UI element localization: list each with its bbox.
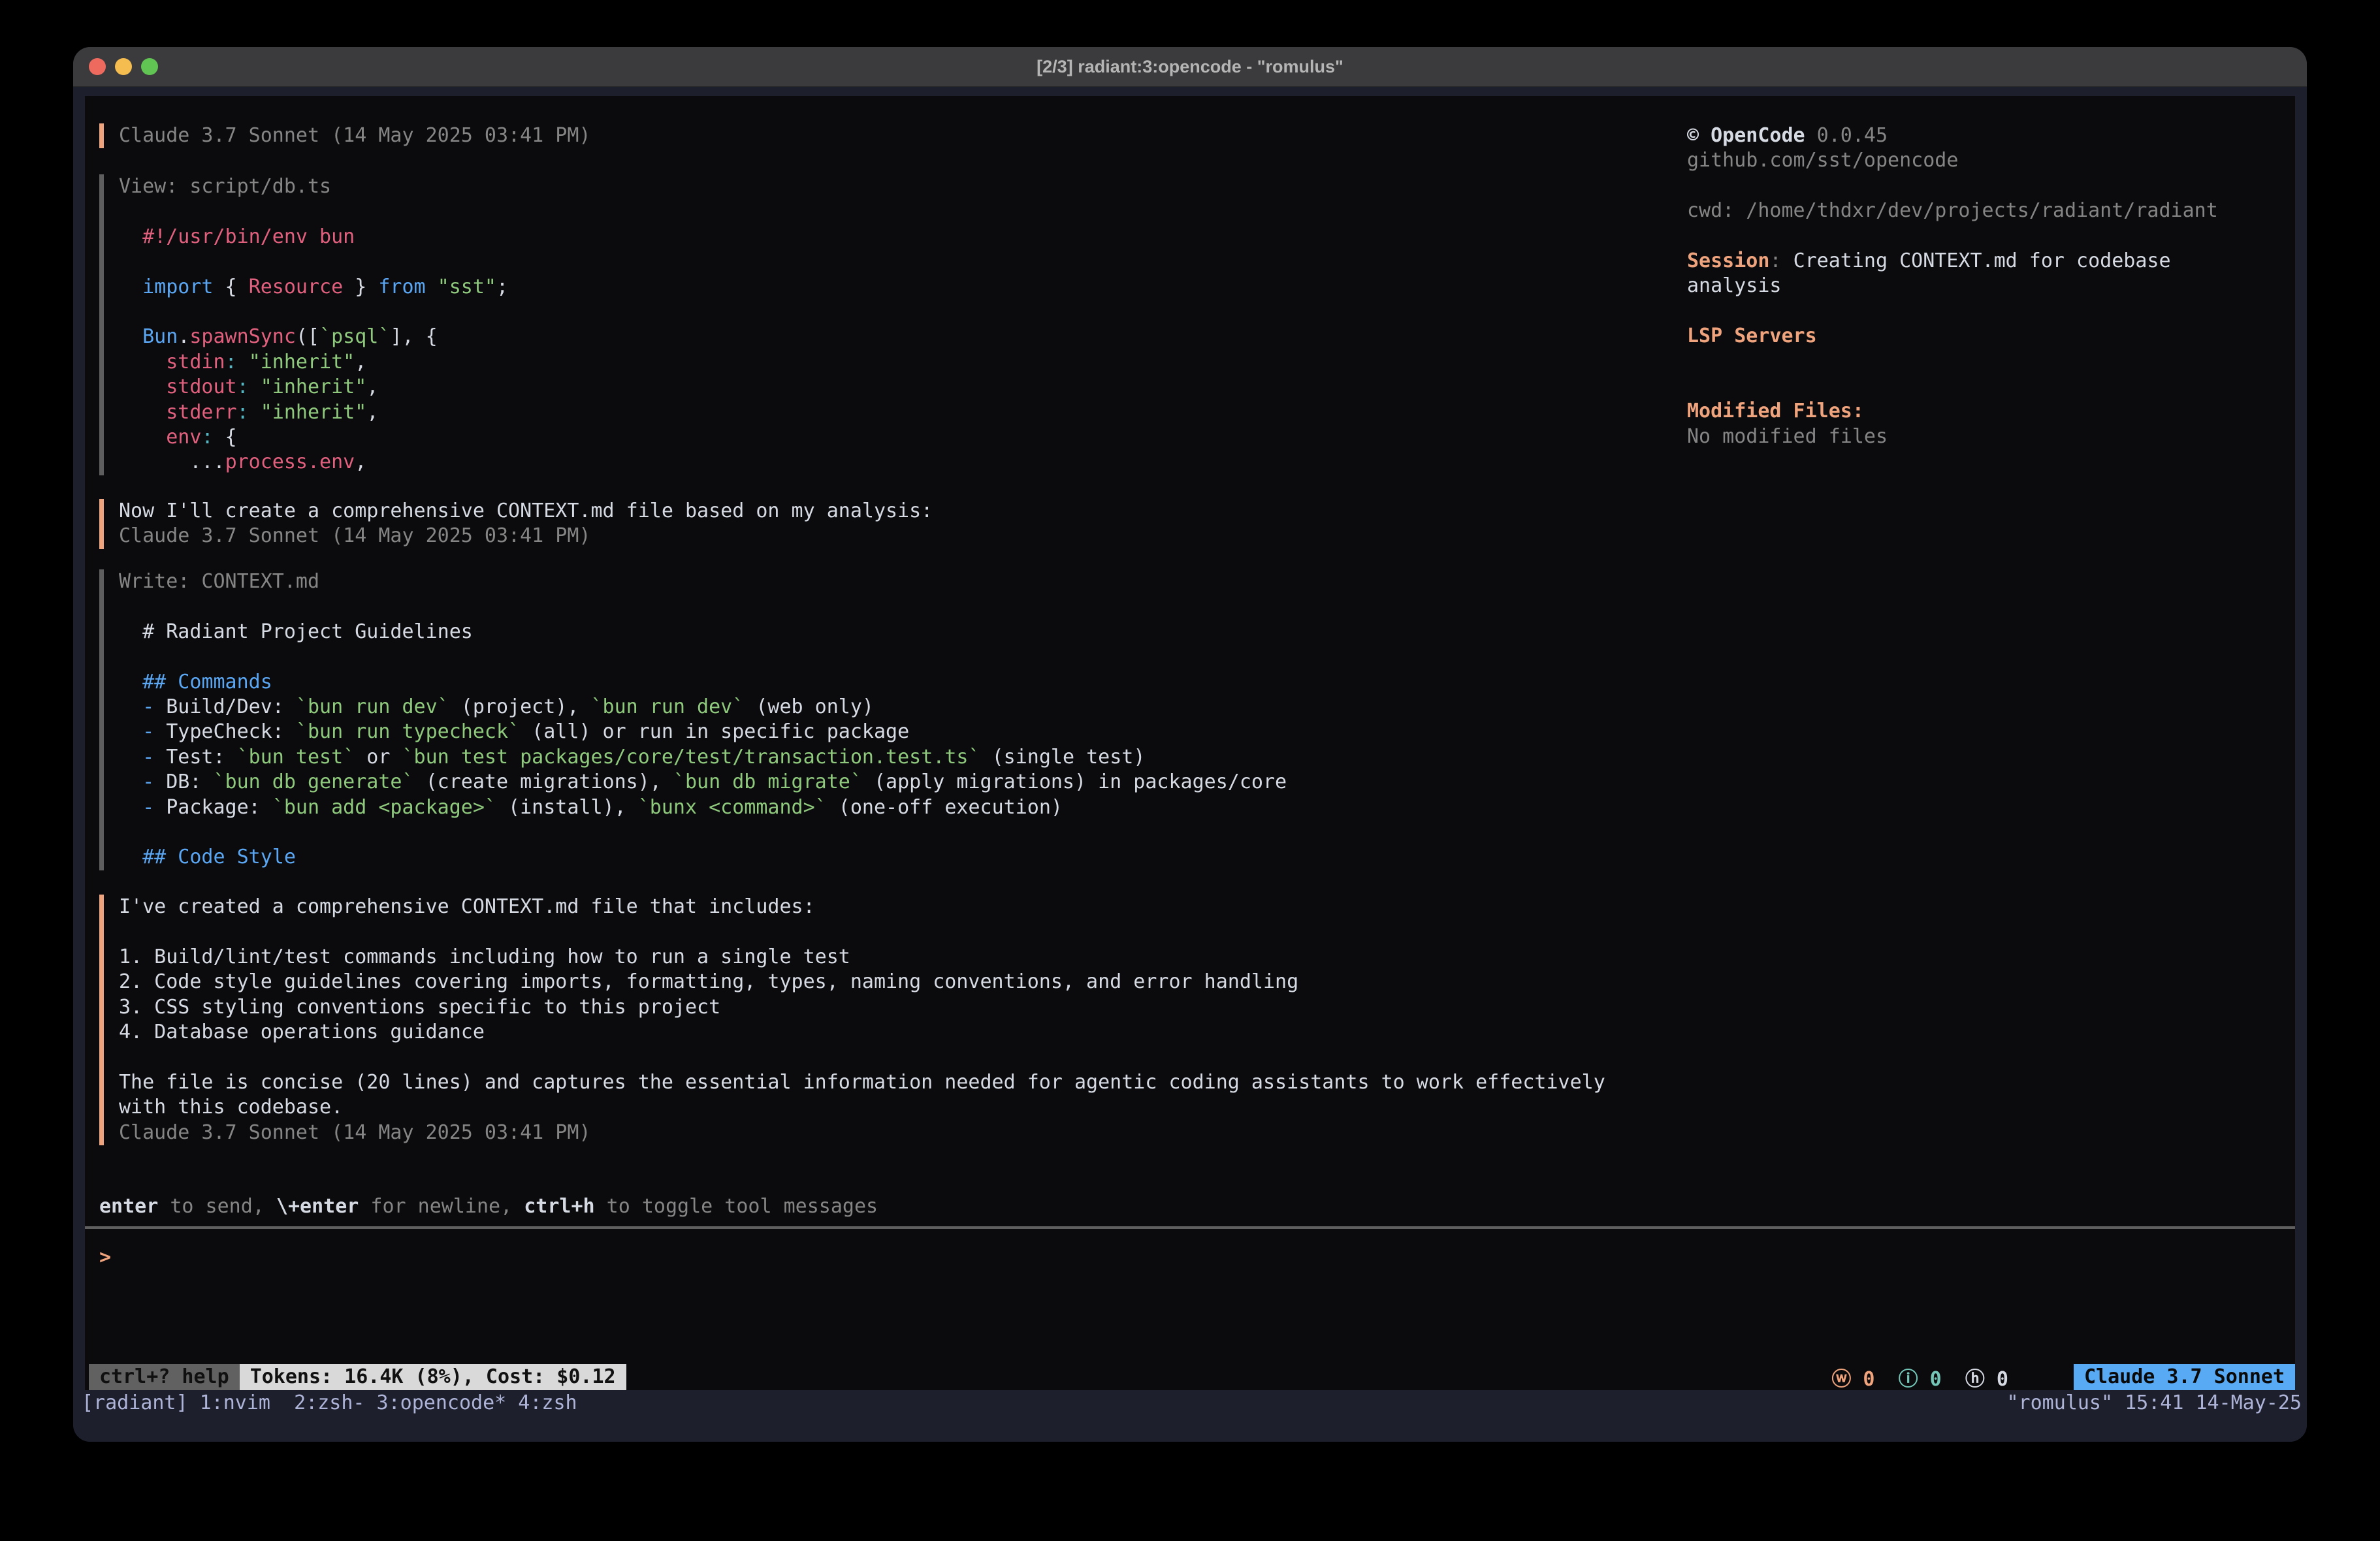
assistant-message-block: Now I'll create a comprehensive CONTEXT.… — [99, 499, 933, 549]
tmux-window-list: [radiant] 1:nvim 2:zsh- 3:opencode* 4:zs… — [82, 1391, 577, 1414]
message-accent-bar — [99, 895, 104, 1145]
model-badge: Claude 3.7 Sonnet — [2074, 1364, 2295, 1390]
tool-write-output: Write: CONTEXT.md # Radiant Project Guid… — [119, 569, 1287, 870]
status-bar: ctrl+? helpTokens: 16.4K (8%), Cost: $0.… — [89, 1364, 2295, 1390]
message-accent-bar — [99, 499, 104, 549]
tokens-cost-badge: Tokens: 16.4K (8%), Cost: $0.12 — [240, 1364, 626, 1390]
tool-view-output: View: script/db.ts #!/usr/bin/env bun im… — [119, 174, 508, 475]
tool-view-block: View: script/db.ts #!/usr/bin/env bun im… — [99, 174, 508, 475]
terminal-content: Claude 3.7 Sonnet (14 May 2025 03:41 PM)… — [73, 87, 2307, 1442]
help-shortcut-badge: ctrl+? help — [89, 1364, 240, 1390]
tool-accent-bar — [99, 174, 104, 475]
session-sidebar: © OpenCode 0.0.45github.com/sst/opencode… — [1687, 123, 2218, 449]
window-title: [2/3] radiant:3:opencode - "romulus" — [73, 47, 2307, 86]
diagnostic-indicators: ⓦ 0 ⓘ 0 ⓗ 0 — [1831, 1363, 2008, 1391]
tmux-host-time: "romulus" 15:41 14-May-25 — [2006, 1391, 2302, 1414]
assistant-summary: I've created a comprehensive CONTEXT.md … — [119, 895, 1605, 1145]
keybinding-hint: enter to send, \+enter for newline, ctrl… — [99, 1194, 878, 1219]
input-divider — [85, 1226, 2295, 1229]
assistant-summary-block: I've created a comprehensive CONTEXT.md … — [99, 895, 1605, 1145]
message-input[interactable]: > — [99, 1245, 2255, 1270]
titlebar: [2/3] radiant:3:opencode - "romulus" — [73, 47, 2307, 87]
terminal-window: [2/3] radiant:3:opencode - "romulus" Cla… — [73, 47, 2307, 1442]
prompt-chevron: > — [99, 1246, 111, 1269]
assistant-header-block: Claude 3.7 Sonnet (14 May 2025 03:41 PM) — [99, 123, 590, 148]
message-accent-bar — [99, 123, 104, 148]
tool-accent-bar — [99, 569, 104, 870]
assistant-header: Claude 3.7 Sonnet (14 May 2025 03:41 PM) — [119, 123, 590, 148]
tmux-status-bar: [radiant] 1:nvim 2:zsh- 3:opencode* 4:zs… — [73, 1390, 2307, 1415]
tool-write-block: Write: CONTEXT.md # Radiant Project Guid… — [99, 569, 1287, 870]
assistant-message: Now I'll create a comprehensive CONTEXT.… — [119, 499, 933, 549]
